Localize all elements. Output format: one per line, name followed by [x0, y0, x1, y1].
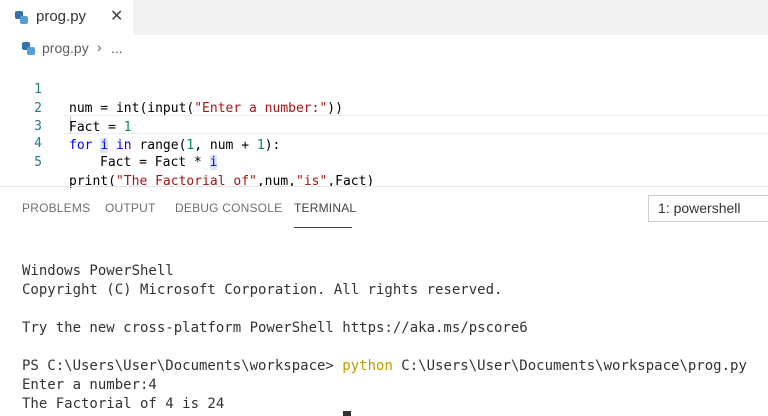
python-file-icon	[15, 11, 28, 24]
line-number: 5	[34, 155, 42, 170]
terminal-line: Copyright (C) Microsoft Corporation. All…	[22, 282, 503, 298]
code-line-5[interactable]: 5 print("The Factorial of",num,"is",Fact…	[0, 134, 768, 189]
tab-debug-console[interactable]: DEBUG CONSOLE	[175, 201, 282, 215]
terminal-selector[interactable]: 1: powershell	[648, 195, 768, 222]
terminal-output-line: Enter a number:4	[22, 377, 157, 393]
tab-prog-py[interactable]: prog.py ✕	[0, 0, 133, 35]
terminal-command-arg: C:\Users\User\Documents\workspace\prog.p…	[392, 358, 747, 374]
tab-output[interactable]: OUTPUT	[105, 201, 156, 215]
active-tab-indicator	[294, 227, 352, 228]
panel-divider	[0, 186, 768, 187]
terminal-cursor	[343, 411, 351, 416]
terminal-prompt-line: PS C:\Users\User\Documents\workspace> py…	[22, 357, 747, 376]
code-line-2[interactable]: 2 Fact = 1	[0, 80, 768, 135]
terminal-line: Windows PowerShell	[22, 263, 174, 279]
breadcrumb-separator: ›	[97, 39, 102, 55]
terminal-command: python	[342, 358, 393, 374]
tab-terminal[interactable]: TERMINAL	[294, 201, 356, 215]
breadcrumb-more[interactable]: ...	[111, 40, 123, 56]
terminal-prompt: PS C:\Users\User\Documents\workspace>	[22, 358, 343, 374]
code-line-1[interactable]: 1 num = int(input("Enter a number:"))	[0, 61, 768, 116]
code-text[interactable]: print("The Factorial of",num,"is",Fact)	[69, 172, 374, 191]
python-file-icon	[22, 42, 35, 55]
editor-tab-bar: prog.py ✕	[0, 0, 768, 35]
terminal-line: Try the new cross-platform PowerShell ht…	[22, 320, 528, 336]
breadcrumb: prog.py › ...	[0, 36, 768, 60]
tab-problems[interactable]: PROBLEMS	[22, 201, 90, 215]
code-line-4[interactable]: 4 Fact = Fact * i	[0, 115, 768, 170]
breadcrumb-file[interactable]: prog.py	[42, 40, 89, 56]
tab-label: prog.py	[36, 8, 87, 25]
code-text[interactable]: Fact = Fact * i	[100, 153, 218, 172]
terminal-output-line: The Factorial of 4 is 24	[22, 396, 225, 412]
close-icon[interactable]: ✕	[110, 6, 123, 26]
